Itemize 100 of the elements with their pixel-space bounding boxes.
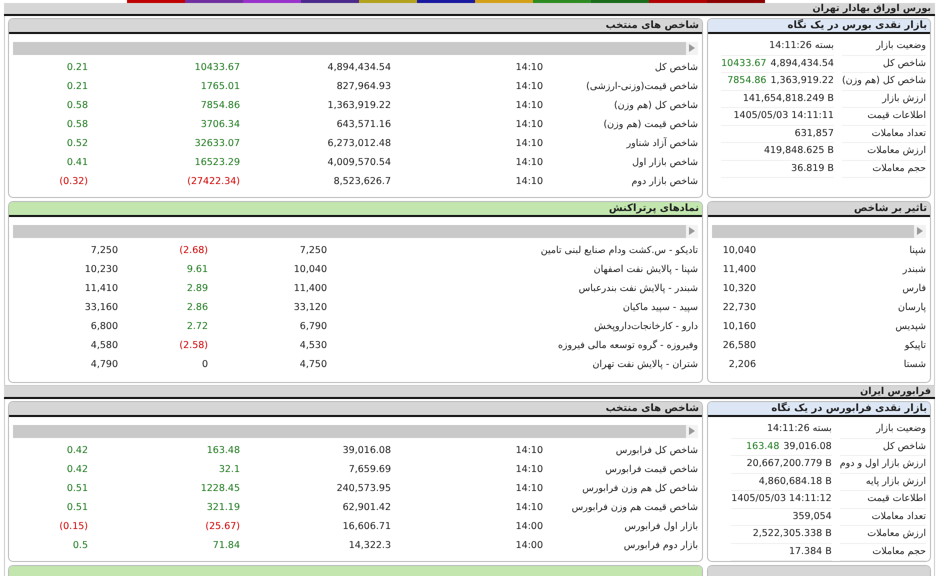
panel-title: تاثیر بر شاخص — [854, 203, 927, 214]
menu-tab[interactable] — [707, 0, 765, 3]
symbol-name[interactable]: وفیروزه - گروه توسعه مالی فیروزه — [327, 336, 698, 355]
symbol-name[interactable]: سپید - سپید ماکیان — [327, 298, 698, 317]
field-value: 4,860,684.18 B — [758, 474, 832, 488]
expand-icon[interactable] — [689, 44, 695, 52]
table-cell-text: 2,206 — [728, 358, 756, 372]
field-value: 419,848.625 B — [764, 144, 834, 158]
index-name: شاخص بازار دوم — [630, 175, 698, 189]
section-title: فرابورس ایران — [4, 386, 935, 399]
table-cell-text: 62,901.42 — [342, 501, 391, 515]
menu-tab[interactable] — [591, 0, 649, 3]
table-cell-text: 10,230 — [84, 263, 118, 277]
menu-tab[interactable] — [127, 0, 185, 3]
field-value: 39,016.08 — [783, 440, 832, 454]
field-label: ارزش معاملات — [840, 526, 926, 544]
table-cell-text: 0.58 — [66, 118, 88, 132]
table-cell-text: 3706.34 — [200, 118, 240, 132]
table-cell-text: 16,606.71 — [342, 520, 391, 534]
panel-title: بازار نقدی بورس در یک نگاه — [788, 20, 927, 31]
table-cell-text: 4,530 — [298, 339, 327, 353]
index-name: شستا — [902, 358, 926, 372]
table-cell-text: 14:10 — [514, 175, 543, 189]
field-value: 141,654,818.249 B — [742, 92, 834, 106]
table-cell-text: 39,016.08 — [342, 444, 391, 458]
table-cell-text: 0.42 — [66, 463, 88, 477]
menu-tab[interactable] — [243, 0, 301, 3]
expand-icon[interactable] — [917, 227, 923, 235]
field-value: 36.819 B — [791, 162, 834, 176]
field-value: 20,667,200.779 B — [746, 457, 832, 471]
table-cell-text: 14:10 — [514, 137, 543, 151]
table-cell-text: 14:00 — [514, 539, 543, 553]
table-cell-text: 0.41 — [66, 156, 88, 170]
table-cell-text: 0.58 — [66, 99, 88, 113]
table-cell-text: 14:10 — [514, 156, 543, 170]
index-name: شاخص بازار اول — [631, 156, 698, 170]
index-name: پارسان — [897, 301, 926, 315]
table-cell-text: 11,400 — [722, 263, 756, 277]
table-cell-text: 33,120 — [292, 301, 327, 315]
symbol-name[interactable]: دارو - کارخانجات‌داروپخش — [327, 317, 698, 336]
field-label: شاخص کل — [840, 438, 926, 456]
index-name: شاخص قیمت(وزنی-ارزشی) — [585, 80, 698, 94]
table-cell-text: 7,250 — [298, 244, 327, 258]
symbol-name[interactable]: تادیکو - س.کشت ودام صنایع لبنی تامین — [327, 241, 698, 260]
field-value: 17.384 B — [788, 544, 832, 558]
table-cell-text: 32633.07 — [194, 137, 240, 151]
table-cell-text: 163.48 — [206, 444, 240, 458]
table-cell-text: 14:10 — [514, 80, 543, 94]
table-cell-text: 14:10 — [514, 501, 543, 515]
field-label: اطلاعات قیمت — [842, 108, 926, 126]
table-cell-text: 0.51 — [66, 501, 88, 515]
menu-tab[interactable] — [533, 0, 591, 3]
index-name: شاخص کل (هم وزن) — [612, 99, 698, 113]
table-cell-text: 1765.01 — [200, 80, 240, 94]
table-cell-text: 0.5 — [72, 539, 88, 553]
table-cell-text: 1228.45 — [200, 482, 240, 496]
expand-icon[interactable] — [689, 427, 695, 435]
menu-tab[interactable] — [359, 0, 417, 3]
table-cell-text: 321.19 — [206, 501, 240, 515]
index-name: شاخص قیمت فرابورس — [604, 463, 698, 477]
table-cell-text: 643,571.16 — [336, 118, 391, 132]
table-cell-text: 33,160 — [84, 301, 118, 315]
table-cell-text: 0.52 — [66, 137, 88, 151]
panel-title: شاخص های منتخب — [606, 403, 699, 414]
table-cell-text: 6,800 — [90, 320, 118, 334]
index-name: شاخص کل فرابورس — [614, 444, 698, 458]
field-label: شاخص کل — [842, 56, 926, 73]
panel-title: شاخص های منتخب — [606, 20, 699, 31]
menu-tab[interactable] — [475, 0, 533, 3]
table-cell-text: 10,160 — [722, 320, 756, 334]
table-cell-text: 4,894,434.54 — [326, 61, 391, 75]
table-cell-text: 14,322.3 — [348, 539, 391, 553]
menu-tab[interactable] — [649, 0, 707, 3]
symbol-name[interactable]: شپنا - پالایش نفت اصفهان — [327, 260, 698, 279]
table-cell-text: 6,790 — [298, 320, 327, 334]
menu-tab[interactable] — [185, 0, 243, 3]
table-cell-text: 14:10 — [514, 444, 543, 458]
symbol-name[interactable]: شبندر - پالایش نفت بندرعباس — [327, 279, 698, 298]
table-cell-text: 2.89 — [186, 282, 208, 296]
table-cell-text: 0.21 — [66, 80, 88, 94]
table-cell-text: 0.21 — [66, 61, 88, 75]
table-cell-text: 22,730 — [722, 301, 756, 315]
table-cell-text: 14:10 — [514, 61, 543, 75]
expand-icon[interactable] — [689, 227, 695, 235]
field-label: تعداد معاملات — [842, 126, 926, 143]
menu-tab[interactable] — [301, 0, 359, 3]
index-change: 7854.86 — [727, 74, 766, 88]
field-value: 631,857 — [794, 126, 834, 140]
index-name: شبندر — [901, 263, 926, 277]
table-cell-text: (0.32) — [58, 175, 88, 189]
symbol-name[interactable]: شتران - پالایش نفت تهران — [327, 355, 698, 374]
field-label: حجم معاملات — [840, 544, 926, 561]
table-cell-text: 10,040 — [722, 244, 756, 258]
table-cell-text: 4,750 — [298, 358, 327, 372]
index-name: بازار اول فرابورس — [623, 520, 698, 534]
table-cell-text: 10,320 — [722, 282, 756, 296]
panel-title: نمادهای پرتراکنش — [608, 203, 699, 214]
menu-tab[interactable] — [417, 0, 475, 3]
table-cell-text: 14:10 — [514, 482, 543, 496]
table-cell-text: 32.1 — [218, 463, 240, 477]
